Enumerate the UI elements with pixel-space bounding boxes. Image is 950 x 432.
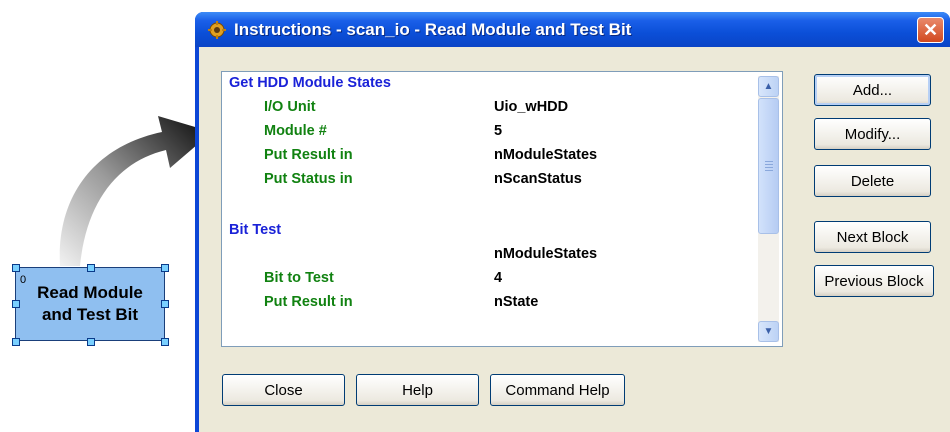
delete-button[interactable]: Delete xyxy=(814,165,931,197)
block-label: Read Module and Test Bit xyxy=(37,283,143,324)
param-value: nModuleStates xyxy=(494,147,598,163)
param-label: Put Result in xyxy=(264,147,353,163)
window-title: Instructions - scan_io - Read Module and… xyxy=(234,20,632,39)
section-heading: Get HDD Module States xyxy=(229,75,391,91)
param-label: Put Result in xyxy=(264,294,353,310)
close-icon[interactable]: ✕ xyxy=(917,17,944,43)
block-number: 0 xyxy=(20,274,27,286)
instruction-list[interactable]: Get HDD Module States I/O Unit Uio_wHDD … xyxy=(221,71,783,347)
resize-handle[interactable] xyxy=(12,300,20,308)
previous-block-button[interactable]: Previous Block xyxy=(814,265,934,297)
modify-button[interactable]: Modify... xyxy=(814,118,931,150)
scroll-thumb[interactable] xyxy=(758,98,779,234)
next-block-button[interactable]: Next Block xyxy=(814,221,931,253)
section-heading: Bit Test xyxy=(229,222,282,238)
add-button[interactable]: Add... xyxy=(814,74,931,106)
help-button[interactable]: Help xyxy=(356,374,479,406)
param-value: nModuleStates xyxy=(494,246,598,262)
resize-handle[interactable] xyxy=(12,264,20,272)
vertical-scrollbar[interactable]: ▲ ▼ xyxy=(758,76,779,342)
param-value: nScanStatus xyxy=(494,171,582,187)
resize-handle[interactable] xyxy=(161,264,169,272)
param-value: nState xyxy=(494,294,539,310)
instructions-dialog: Instructions - scan_io - Read Module and… xyxy=(195,12,950,432)
resize-handle[interactable] xyxy=(87,264,95,272)
param-value: 4 xyxy=(494,270,503,286)
param-label: Put Status in xyxy=(264,171,353,187)
scroll-down-arrow-icon[interactable]: ▼ xyxy=(758,321,779,342)
param-label: Bit to Test xyxy=(264,270,334,286)
param-value: 5 xyxy=(494,123,503,139)
param-value: Uio_wHDD xyxy=(494,99,569,115)
resize-handle[interactable] xyxy=(161,300,169,308)
param-label: I/O Unit xyxy=(264,99,316,115)
resize-handle[interactable] xyxy=(87,338,95,346)
resize-handle[interactable] xyxy=(161,338,169,346)
instructions-gear-icon xyxy=(208,21,226,39)
scroll-up-arrow-icon[interactable]: ▲ xyxy=(758,76,779,97)
dialog-client-area: Get HDD Module States I/O Unit Uio_wHDD … xyxy=(199,47,950,432)
param-label: Module # xyxy=(264,123,327,139)
command-help-button[interactable]: Command Help xyxy=(490,374,625,406)
close-button[interactable]: Close xyxy=(222,374,345,406)
title-bar[interactable]: Instructions - scan_io - Read Module and… xyxy=(195,12,950,47)
resize-handle[interactable] xyxy=(12,338,20,346)
flowchart-block[interactable]: 0 Read Module and Test Bit xyxy=(15,267,165,341)
